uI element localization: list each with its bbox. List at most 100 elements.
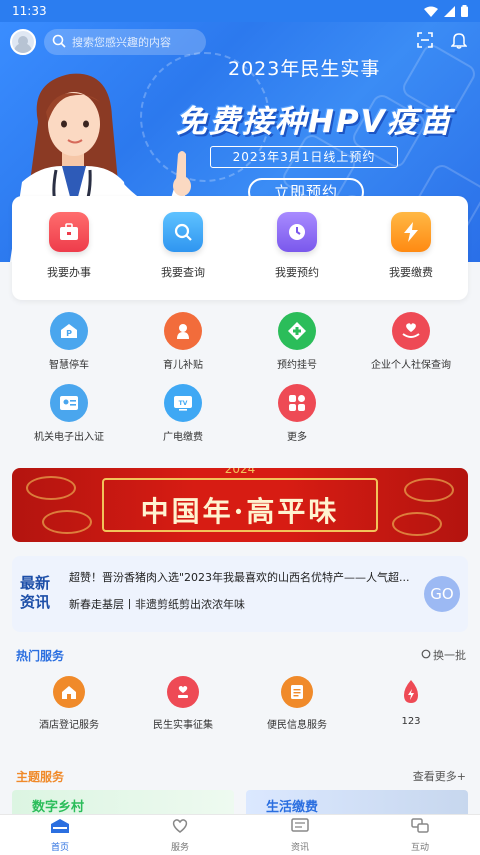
grid-item-electronic-pass[interactable]: 机关电子出入证	[12, 384, 126, 456]
flame-icon	[395, 676, 427, 708]
search-icon	[163, 212, 203, 252]
nav-label: 首页	[50, 842, 69, 853]
themes-title: 主题服务	[16, 770, 65, 784]
nav-label: 互动	[410, 842, 429, 853]
search-icon	[52, 34, 66, 51]
news-icon	[291, 817, 309, 838]
avatar-head-icon	[18, 36, 28, 46]
news-logo-line: 资讯	[20, 593, 51, 611]
grid-item-smart-parking[interactable]: P 智慧停车	[12, 312, 126, 384]
notification-button[interactable]	[446, 29, 472, 55]
nav-label: 服务	[170, 842, 189, 853]
refresh-icon	[421, 649, 431, 662]
grid-item-more[interactable]: 更多	[240, 384, 354, 456]
grid-item-social-security[interactable]: 企业个人社保查询	[354, 312, 468, 384]
grid-label: 预约挂号	[277, 360, 317, 371]
hot-item-hotel-registration[interactable]: 酒店登记服务	[12, 676, 126, 731]
tv-icon: TV	[164, 384, 202, 422]
hero-title: 2023年民生实事	[228, 58, 381, 80]
signal-icon	[444, 5, 455, 17]
nav-home[interactable]: 首页	[0, 815, 120, 855]
lightning-icon	[391, 212, 431, 252]
hot-label: 酒店登记服务	[39, 720, 99, 731]
hot-label: 民生实事征集	[153, 720, 213, 731]
grid-label: 更多	[287, 432, 307, 443]
view-more-link[interactable]: 查看更多+	[413, 768, 466, 784]
hot-services-list: 酒店登记服务 民生实事征集 便民信息服务 123	[12, 676, 468, 731]
hot-label: 便民信息服务	[267, 720, 327, 731]
news-ticker: 最新 资讯 超赞！晋汾香猪肉入选"2023年我最喜欢的山西名优特产——人气超..…	[12, 556, 468, 632]
news-logo: 最新 资讯	[20, 574, 54, 612]
briefcase-icon	[49, 212, 89, 252]
service-label: 我要缴费	[389, 266, 433, 279]
main-services-card: 我要办事 我要查询 我要预约 我要缴费	[12, 196, 468, 300]
nav-interaction[interactable]: 互动	[360, 815, 480, 855]
news-item[interactable]: 超赞！晋汾香猪肉入选"2023年我最喜欢的山西名优特产——人气超...	[69, 569, 417, 585]
news-logo-line: 最新	[20, 574, 51, 592]
nav-label: 资讯	[290, 842, 309, 853]
service-appointment[interactable]: 我要预约	[240, 196, 354, 300]
refresh-button[interactable]: 换一批	[421, 647, 466, 663]
hot-item-livelihood-collection[interactable]: 民生实事征集	[126, 676, 240, 731]
nav-services[interactable]: 服务	[120, 815, 240, 855]
clock-icon	[277, 212, 317, 252]
interaction-icon	[411, 817, 429, 838]
hero-date: 2023年3月1日线上预约	[210, 146, 398, 168]
news-item[interactable]: 新春走基层丨非遗剪纸剪出浓浓年味	[69, 596, 417, 612]
house-icon	[53, 676, 85, 708]
baby-icon	[164, 312, 202, 350]
grid-label: 智慧停车	[49, 360, 89, 371]
service-grid: P 智慧停车 育儿补贴 预约挂号 企业个人社保查询 机关电子出入证 TV 广电缴…	[12, 312, 468, 456]
grid-label: 机关电子出入证	[34, 432, 104, 443]
theme-cards: 数字乡村 生活缴费	[12, 790, 468, 816]
status-bar: 11:33	[0, 0, 480, 22]
hot-label: 123	[401, 716, 421, 727]
hero-headline: 免费接种HPV疫苗	[176, 104, 453, 140]
bell-icon	[450, 32, 468, 53]
scan-button[interactable]	[412, 29, 438, 55]
grid-label: 育儿补贴	[163, 360, 203, 371]
bottom-nav: 首页 服务 资讯 互动	[0, 814, 480, 855]
service-handle-affairs[interactable]: 我要办事	[12, 196, 126, 300]
id-card-icon	[50, 384, 88, 422]
top-bar	[10, 28, 472, 56]
svg-text:P: P	[66, 329, 72, 338]
theme-card-digital-village[interactable]: 数字乡村	[12, 790, 234, 816]
promo-banner[interactable]: 2024 中国年·高平味	[12, 468, 468, 542]
service-label: 我要办事	[47, 266, 91, 279]
hot-services-title: 热门服务	[16, 649, 65, 663]
go-button[interactable]: GO	[424, 576, 460, 612]
scan-icon	[417, 32, 433, 52]
banner-year: 2024	[224, 468, 256, 476]
grid-label: 广电缴费	[163, 432, 203, 443]
service-heart-icon	[171, 818, 189, 838]
svg-text:TV: TV	[179, 400, 188, 407]
grid-more-icon	[278, 384, 316, 422]
home-icon	[49, 818, 71, 838]
theme-card-utility-payment[interactable]: 生活缴费	[246, 790, 468, 816]
service-payment[interactable]: 我要缴费	[354, 196, 468, 300]
parking-icon: P	[50, 312, 88, 350]
service-query[interactable]: 我要查询	[126, 196, 240, 300]
hot-item-123[interactable]: 123	[354, 676, 468, 731]
service-label: 我要查询	[161, 266, 205, 279]
grid-item-tv-payment[interactable]: TV 广电缴费	[126, 384, 240, 456]
grid-label: 企业个人社保查询	[371, 360, 451, 371]
battery-icon	[461, 5, 468, 17]
wifi-icon	[424, 6, 438, 17]
search-input[interactable]	[72, 35, 217, 49]
avatar[interactable]	[10, 29, 36, 55]
refresh-label: 换一批	[433, 649, 466, 662]
people-heart-icon	[167, 676, 199, 708]
grid-item-registration[interactable]: 预约挂号	[240, 312, 354, 384]
grid-item-childcare-subsidy[interactable]: 育儿补贴	[126, 312, 240, 384]
promo-banner-text: 中国年·高平味	[140, 495, 340, 528]
document-icon	[281, 676, 313, 708]
search-bar[interactable]	[44, 29, 217, 55]
status-time: 11:33	[12, 4, 47, 18]
medical-cross-icon	[278, 312, 316, 350]
nav-news[interactable]: 资讯	[240, 815, 360, 855]
hot-item-info-service[interactable]: 便民信息服务	[240, 676, 354, 731]
heart-hand-icon	[392, 312, 430, 350]
service-label: 我要预约	[275, 266, 319, 279]
